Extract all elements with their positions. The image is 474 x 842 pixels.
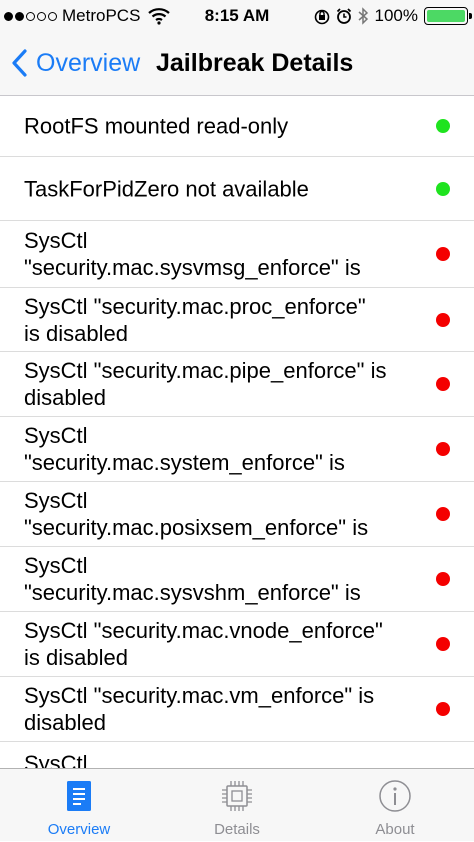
check-row: SysCtl "security.mac.sysvmsg_enforce" is xyxy=(0,221,474,288)
bluetooth-icon xyxy=(358,7,368,25)
chevron-left-icon xyxy=(12,49,27,77)
status-fail-indicator xyxy=(436,507,450,521)
check-row: SysCtl "security.mac.system_enforce" is xyxy=(0,417,474,482)
check-row: SysCtl "security.mac.pipe_enforce" is di… xyxy=(0,352,474,417)
chip-icon xyxy=(222,781,252,811)
check-label: SysCtl "security.mac.proc_enforce" is di… xyxy=(24,293,366,346)
check-label: SysCtl "security.mac.vm_enforce" is disa… xyxy=(24,683,375,735)
document-icon xyxy=(67,781,91,811)
navigation-bar: Overview Jailbreak Details xyxy=(0,32,474,96)
status-fail-indicator xyxy=(436,572,450,586)
back-button[interactable]: Overview xyxy=(10,48,140,78)
check-row: RootFS mounted read-only xyxy=(0,96,474,157)
status-fail-indicator xyxy=(436,312,450,327)
info-icon xyxy=(379,780,411,812)
check-label: SysCtl xyxy=(24,751,88,768)
tab-details[interactable]: Details xyxy=(158,769,316,842)
check-row: TaskForPidZero not available xyxy=(0,157,474,221)
status-fail-indicator xyxy=(436,702,450,716)
check-row: SysCtl xyxy=(0,742,474,768)
check-label: SysCtl "security.mac.vnode_enforce" is d… xyxy=(24,618,383,670)
status-fail-indicator xyxy=(436,637,450,651)
check-label: SysCtl "security.mac.sysvmsg_enforce" is xyxy=(24,228,361,280)
tab-overview[interactable]: Overview xyxy=(0,769,158,842)
orientation-lock-icon xyxy=(314,9,329,25)
check-row: SysCtl "security.mac.posixsem_enforce" i… xyxy=(0,482,474,547)
status-ok-indicator xyxy=(436,181,450,196)
check-label: SysCtl "security.mac.posixsem_enforce" i… xyxy=(24,488,369,540)
status-fail-indicator xyxy=(436,247,450,261)
check-row: SysCtl "security.mac.vm_enforce" is disa… xyxy=(0,677,474,742)
tab-overview-label: Overview xyxy=(47,821,111,838)
check-label: SysCtl "security.mac.pipe_enforce" is di… xyxy=(24,358,387,410)
tab-about[interactable]: About xyxy=(316,769,474,842)
check-label: TaskForPidZero not available xyxy=(24,176,309,201)
page-title: Jailbreak Details xyxy=(156,49,354,77)
status-fail-indicator xyxy=(436,377,450,391)
battery-icon xyxy=(424,7,472,25)
check-label: SysCtl "security.mac.sysvshm_enforce" is xyxy=(24,553,361,605)
check-label: SysCtl "security.mac.system_enforce" is xyxy=(24,423,345,475)
tab-bar: Overview Details About xyxy=(0,768,474,841)
check-row: SysCtl "security.mac.proc_enforce" is di… xyxy=(0,288,474,352)
battery-percentage: 100% xyxy=(374,6,418,25)
status-bar: MetroPCS 8:15 AM 100% xyxy=(0,0,474,32)
tab-about-label: About xyxy=(375,821,415,838)
back-button-label: Overview xyxy=(36,48,141,77)
jailbreak-checks-list[interactable]: RootFS mounted read-only TaskForPidZero n… xyxy=(0,96,474,768)
check-row: SysCtl "security.mac.vnode_enforce" is d… xyxy=(0,612,474,677)
check-label: RootFS mounted read-only xyxy=(24,113,289,139)
tab-details-label: Details xyxy=(214,821,260,838)
alarm-icon xyxy=(336,8,351,24)
status-fail-indicator xyxy=(436,442,450,456)
status-ok-indicator xyxy=(436,119,450,133)
check-row: SysCtl "security.mac.sysvshm_enforce" is xyxy=(0,547,474,612)
